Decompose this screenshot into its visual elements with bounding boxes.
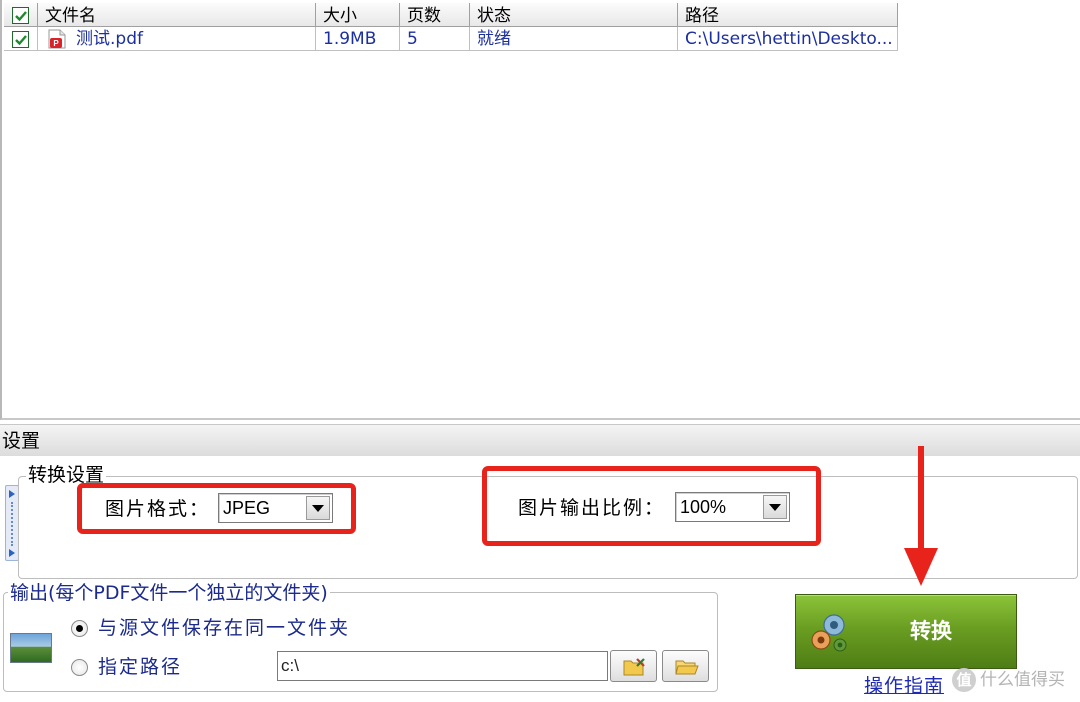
radio-same-folder-label[interactable]: 与源文件保存在同一文件夹 [98, 616, 350, 640]
open-folder-icon [675, 660, 699, 675]
user-guide-link[interactable]: 操作指南 [864, 674, 944, 698]
file-path-cell: C:\Users\hettin\Deskto... [678, 27, 898, 50]
select-all-column[interactable] [4, 3, 38, 26]
collapse-panel-handle[interactable] [5, 485, 19, 561]
select-all-checkbox[interactable] [12, 7, 29, 24]
highlight-box-format [77, 483, 356, 534]
table-row[interactable]: P 测试.pdf 1.9MB 5 就绪 C:\Users\hettin\Desk… [4, 27, 898, 51]
checkmark-icon [15, 11, 27, 22]
file-list[interactable]: 文件名 大小 页数 状态 路径 P 测试.pdf 1.9MB 5 就绪 C:\U… [0, 0, 1080, 420]
radio-selected-dot [76, 625, 83, 632]
radio-same-folder[interactable] [71, 620, 88, 637]
row-checkbox-cell[interactable] [4, 27, 38, 50]
pdf-file-icon: P [48, 29, 66, 49]
image-output-icon [10, 633, 52, 663]
column-header-status[interactable]: 状态 [470, 3, 678, 26]
grip-icon [11, 502, 13, 546]
expand-arrow-icon [9, 549, 15, 557]
file-name-cell: P 测试.pdf [38, 27, 316, 50]
expand-arrow-icon [9, 490, 15, 498]
checkmark-icon [15, 35, 27, 46]
browse-folder-button[interactable] [610, 650, 657, 682]
file-list-header: 文件名 大小 页数 状态 路径 [4, 3, 898, 27]
folder-browse-icon [623, 658, 645, 676]
file-size-cell: 1.9MB [316, 27, 400, 50]
output-path-input[interactable]: c:\ [277, 651, 608, 681]
site-watermark: 值 什么值得买 [952, 666, 1080, 696]
open-folder-button[interactable] [662, 650, 709, 682]
convert-button-label: 转换 [910, 619, 952, 643]
svg-text:P: P [53, 39, 59, 48]
watermark-logo-icon: 值 [952, 668, 976, 692]
file-name: 测试.pdf [76, 29, 143, 49]
radio-custom-path[interactable] [71, 659, 88, 676]
watermark-text: 什么值得买 [980, 670, 1065, 690]
column-header-size[interactable]: 大小 [316, 3, 400, 26]
highlight-box-scale [482, 466, 821, 546]
radio-custom-path-label[interactable]: 指定路径 [98, 655, 182, 679]
column-header-path[interactable]: 路径 [678, 3, 898, 26]
annotation-arrow-icon [904, 446, 938, 586]
convert-button[interactable]: 转换 [795, 594, 1017, 669]
file-pages-cell: 5 [400, 27, 470, 50]
file-status-cell: 就绪 [470, 27, 678, 50]
row-checkbox[interactable] [12, 31, 29, 48]
column-header-pages[interactable]: 页数 [400, 3, 470, 26]
column-header-name[interactable]: 文件名 [38, 3, 316, 26]
output-settings-title: 输出(每个PDF文件一个独立的文件夹) [8, 582, 330, 604]
